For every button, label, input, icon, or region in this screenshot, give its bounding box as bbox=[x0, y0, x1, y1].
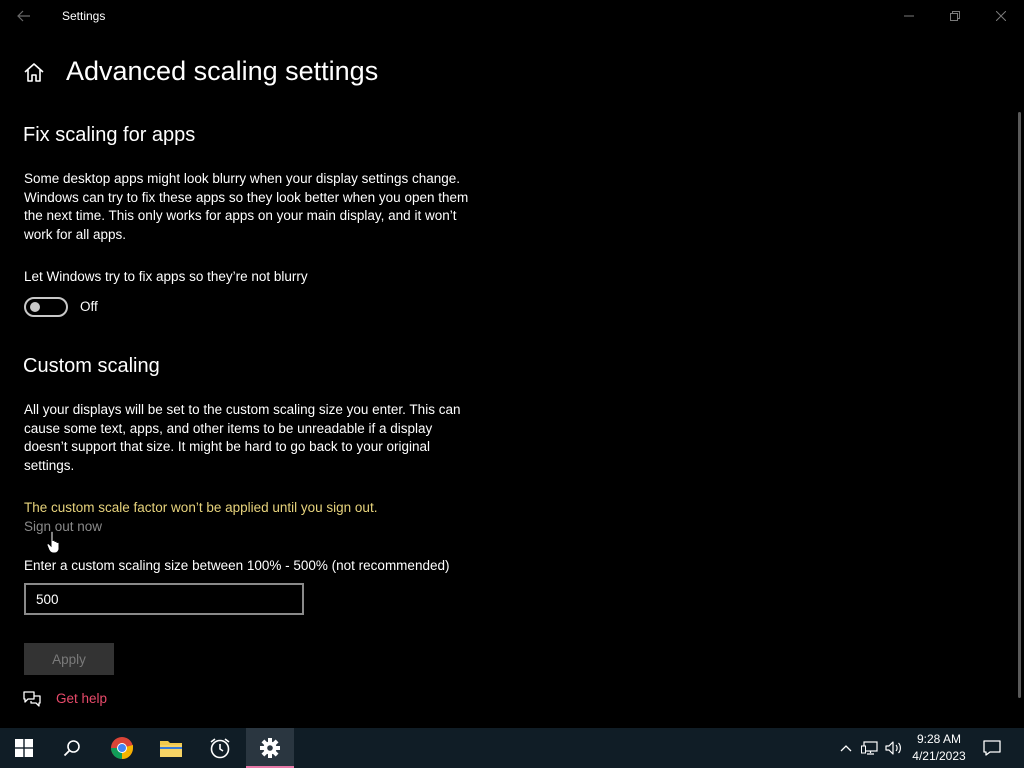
scaling-input-label: Enter a custom scaling size between 100%… bbox=[24, 558, 450, 573]
get-help-link[interactable]: Get help bbox=[56, 691, 107, 706]
fix-apps-toggle-label: Let Windows try to fix apps so they’re n… bbox=[24, 269, 308, 284]
settings-gear-icon bbox=[260, 738, 280, 758]
alarms-clock-icon bbox=[210, 738, 230, 759]
taskbar: 9:28 AM 4/21/2023 bbox=[0, 728, 1024, 768]
title-bar: Settings bbox=[0, 0, 1024, 32]
taskbar-clock[interactable]: 9:28 AM 4/21/2023 bbox=[906, 731, 972, 765]
volume-icon bbox=[885, 741, 901, 755]
action-center-button[interactable] bbox=[982, 738, 1002, 758]
clock-time: 9:28 AM bbox=[916, 732, 962, 746]
home-icon bbox=[24, 63, 44, 82]
taskbar-alarms-clock[interactable] bbox=[196, 728, 244, 768]
restore-icon bbox=[950, 11, 960, 21]
chevron-up-icon bbox=[840, 745, 852, 752]
get-help-icon bbox=[23, 691, 41, 707]
file-explorer-icon bbox=[160, 741, 182, 757]
volume-tray-button[interactable] bbox=[884, 738, 904, 758]
taskbar-chrome[interactable] bbox=[98, 728, 146, 768]
network-tray-button[interactable] bbox=[860, 738, 880, 758]
windows-start-icon bbox=[15, 739, 33, 757]
taskbar-settings[interactable] bbox=[246, 728, 294, 768]
minimize-icon bbox=[904, 15, 914, 17]
hand-pointer-cursor-icon bbox=[46, 530, 60, 554]
network-icon bbox=[861, 741, 878, 755]
taskbar-search-button[interactable] bbox=[48, 728, 96, 768]
home-button[interactable] bbox=[22, 61, 46, 85]
taskbar-file-explorer[interactable] bbox=[147, 728, 195, 768]
fix-scaling-heading: Fix scaling for apps bbox=[23, 124, 196, 146]
custom-scaling-heading: Custom scaling bbox=[23, 355, 160, 377]
close-button[interactable] bbox=[978, 0, 1024, 32]
window-title: Settings bbox=[62, 9, 106, 23]
minimize-button[interactable] bbox=[886, 0, 932, 32]
sign-out-now-link[interactable]: Sign out now bbox=[24, 519, 102, 534]
restore-button[interactable] bbox=[932, 0, 978, 32]
fix-apps-toggle[interactable] bbox=[24, 297, 68, 317]
custom-scaling-input[interactable] bbox=[24, 583, 304, 615]
chrome-icon bbox=[111, 737, 133, 759]
back-arrow-icon bbox=[17, 10, 30, 22]
apply-button[interactable]: Apply bbox=[24, 643, 114, 675]
page-title: Advanced scaling settings bbox=[66, 56, 379, 86]
custom-scaling-description: All your displays will be set to the cus… bbox=[24, 402, 461, 473]
show-hidden-icons-button[interactable] bbox=[836, 738, 856, 758]
back-button[interactable] bbox=[10, 4, 38, 28]
fix-scaling-description: Some desktop apps might look blurry when… bbox=[24, 171, 469, 242]
fix-apps-toggle-state: Off bbox=[80, 299, 98, 314]
close-icon bbox=[996, 11, 1006, 21]
clock-date: 4/21/2023 bbox=[912, 749, 966, 763]
sign-out-warning: The custom scale factor won’t be applied… bbox=[24, 500, 378, 515]
action-center-icon bbox=[983, 740, 1001, 756]
toggle-knob bbox=[30, 302, 40, 312]
search-icon bbox=[63, 740, 80, 757]
start-button[interactable] bbox=[0, 728, 48, 768]
scrollbar[interactable] bbox=[1018, 112, 1021, 698]
